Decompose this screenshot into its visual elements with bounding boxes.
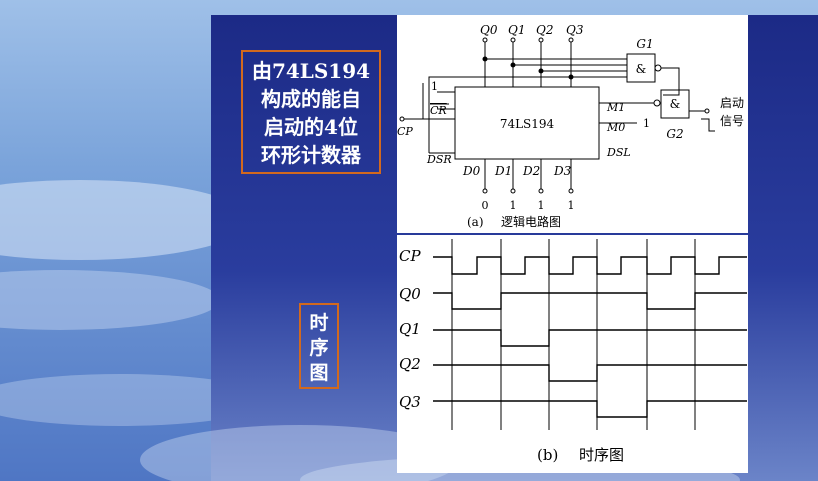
pin-cp: CP — [397, 125, 413, 138]
pin-m1: M1 — [606, 101, 625, 114]
output-wires — [482, 37, 627, 87]
gate-g1-name: G1 — [636, 37, 653, 51]
title-box: 由74LS194 构成的能自 启动的4位 环形计数器 — [241, 50, 381, 174]
caption-tag-a: (a) — [467, 215, 484, 229]
signal-label-q3: Q3 — [399, 393, 421, 411]
input-value: 1 — [568, 199, 575, 212]
input-label-d2: D2 — [522, 164, 540, 178]
pin-1-right: 1 — [643, 117, 650, 130]
slide: 由74LS194 构成的能自 启动的4位 环形计数器 时 序 图 74LS194 — [0, 0, 818, 481]
logic-diagram: 74LS194 Q0 Q1 Q2 Q3 & G1 & G2 启动 信号 1 CR… — [397, 15, 748, 233]
pin-dsl: DSL — [606, 146, 631, 159]
caption-tag-b: (b) — [537, 446, 558, 464]
title-line: 启动的4位 — [264, 115, 358, 139]
output-label-q2: Q2 — [536, 23, 553, 37]
input-value: 1 — [510, 199, 517, 212]
start-signal-label: 启动 — [720, 96, 744, 110]
title-line: 由74LS194 — [251, 59, 371, 83]
timing-diagram: CP Q0 Q1 Q2 Q3 (b) 时序图 — [397, 235, 748, 473]
input-value: 0 — [482, 199, 489, 212]
pin-dsr: DSR — [426, 153, 452, 166]
signal-label-q2: Q2 — [399, 355, 421, 373]
input-label-d1: D1 — [494, 164, 512, 178]
timing-label-box: 时 序 图 — [299, 303, 339, 389]
caption-timing: 时序图 — [579, 446, 624, 464]
pin-cr: CR — [430, 104, 447, 117]
chip-label: 74LS194 — [500, 117, 555, 131]
gate-g1-symbol: & — [636, 62, 647, 76]
waveform-q1 — [433, 329, 747, 347]
output-label-q1: Q1 — [508, 23, 525, 37]
gate-g2-name: G2 — [666, 127, 683, 141]
input-label-d0: D0 — [462, 164, 481, 178]
output-label-q0: Q0 — [480, 23, 498, 37]
timing-label-char: 时 — [309, 312, 329, 334]
waveform-q2 — [433, 364, 747, 382]
waveform-cp — [433, 256, 747, 275]
caption-logic: 逻辑电路图 — [501, 214, 561, 229]
gate-g2-symbol: & — [670, 97, 681, 111]
signal-label-cp: CP — [399, 247, 421, 265]
input-value: 1 — [538, 199, 545, 212]
timing-label-char: 图 — [309, 362, 329, 384]
title-line: 构成的能自 — [261, 87, 361, 111]
output-label-q3: Q3 — [566, 23, 584, 37]
start-signal-label: 信号 — [720, 114, 744, 128]
pin-1-left: 1 — [431, 80, 438, 93]
signal-label-q1: Q1 — [399, 320, 421, 338]
input-label-d3: D3 — [553, 164, 572, 178]
signal-label-q0: Q0 — [399, 285, 421, 303]
waveform-q3 — [433, 400, 747, 418]
title-line: 环形计数器 — [261, 143, 361, 167]
waveform-q0 — [433, 292, 747, 310]
timing-label-char: 序 — [309, 337, 329, 359]
